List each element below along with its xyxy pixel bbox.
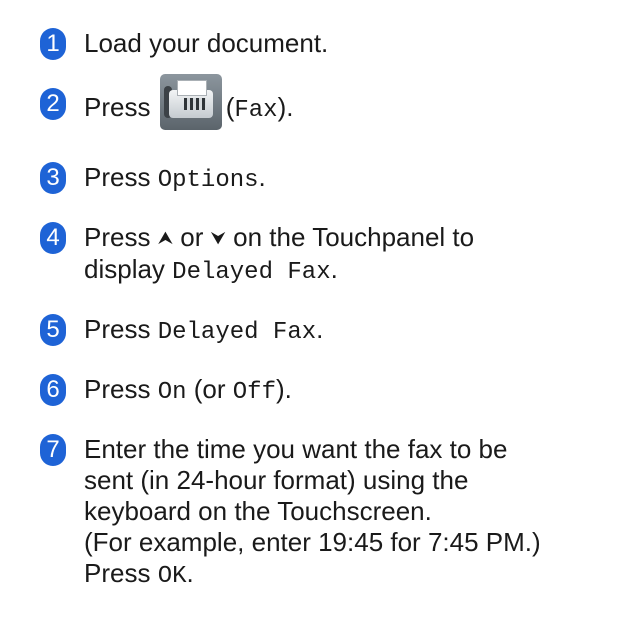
step-number-badge: 2 [40,88,66,120]
step-number-badge: 3 [40,162,66,194]
step-number-badge: 5 [40,314,66,346]
fax-icon [159,74,222,130]
step-text: Press (Fax). [84,74,619,130]
step-1-text: Load your document. [84,28,329,58]
step-text: Load your document. [84,28,619,59]
ok-label: OK [157,563,187,590]
options-label: Options [157,167,259,194]
delayed-fax-label: Delayed Fax [157,319,317,346]
step-number-badge: 1 [40,28,66,60]
step-2-prefix: Press [84,91,151,122]
step-number-badge: 6 [40,374,66,406]
chevron-down-icon: ⮟ [210,228,226,248]
on-label: On [157,379,187,406]
step-text: Press Options. [84,162,266,194]
step-text: Press Delayed Fax. [84,314,324,346]
fax-label: Fax [234,96,278,124]
step-text: Press ⮝ or ⮟ on the Touchpanel to displa… [84,222,475,286]
chevron-up-icon: ⮝ [157,228,174,248]
step-text: Enter the time you want the fax to be se… [84,434,541,590]
off-label: Off [232,379,276,406]
step-text: Press On (or Off). [84,374,292,406]
step-number-badge: 4 [40,222,66,254]
step-number-badge: 7 [40,434,66,466]
delayed-fax-label: Delayed Fax [172,259,331,286]
